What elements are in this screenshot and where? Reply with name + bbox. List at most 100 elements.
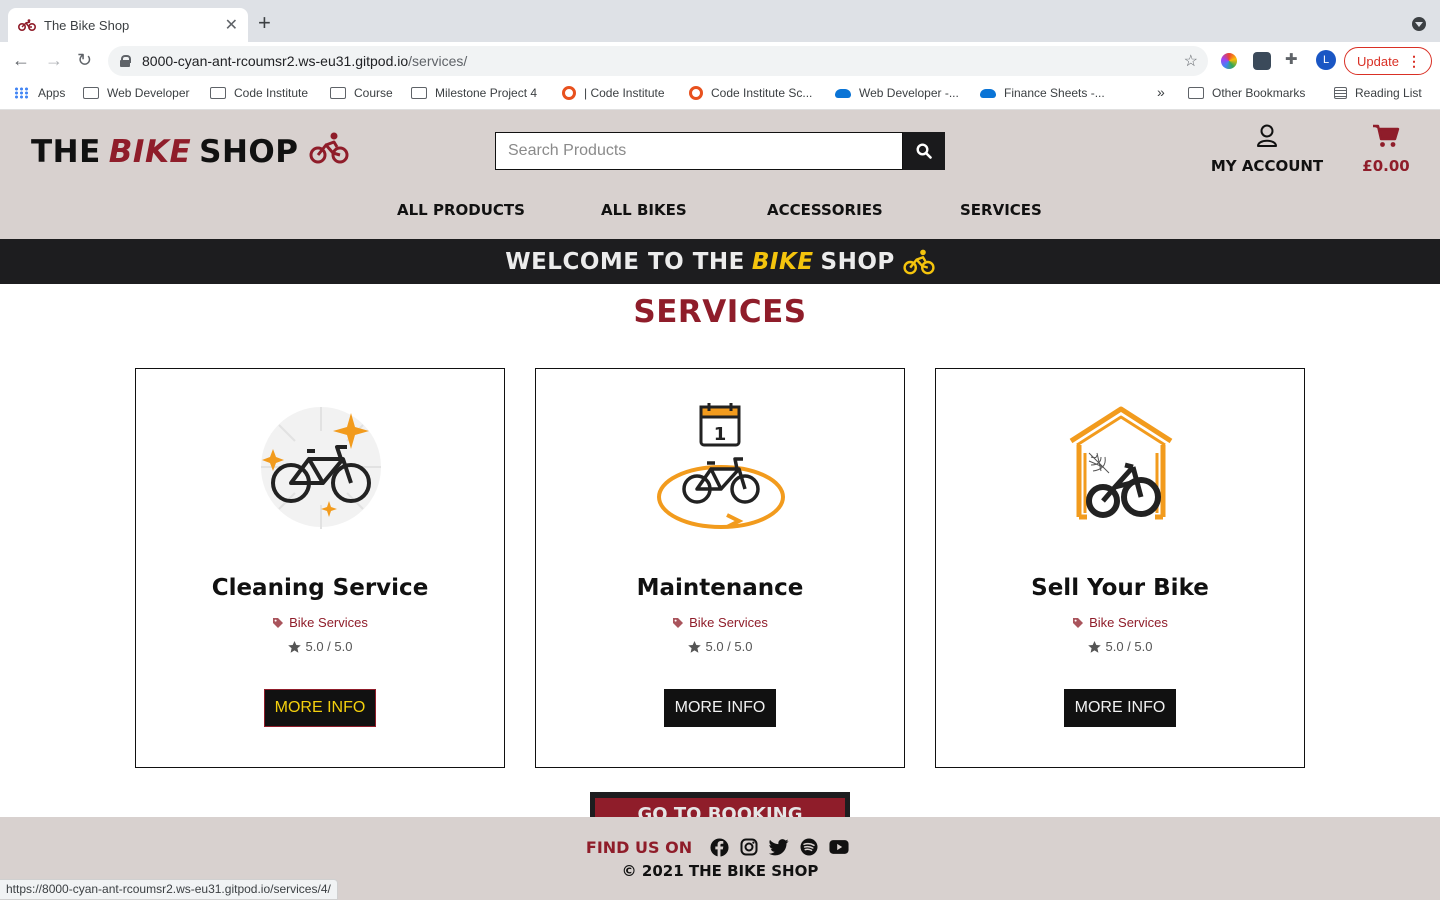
cart-total: £0.00	[1362, 157, 1410, 175]
tag-icon	[273, 617, 284, 628]
folder-icon	[83, 87, 99, 99]
star-icon	[1087, 640, 1101, 653]
service-name: Sell Your Bike	[1031, 575, 1209, 601]
youtube-icon[interactable]	[829, 837, 849, 857]
rating: 5.0 / 5.0	[536, 639, 904, 654]
reading-list-icon	[1334, 87, 1347, 99]
category-link[interactable]: Bike Services	[536, 615, 904, 630]
cart-link[interactable]: £0.00	[1356, 124, 1416, 175]
bookmark-label: Code Institute	[234, 86, 309, 100]
twitter-icon[interactable]	[769, 837, 789, 857]
bike-favicon-icon	[18, 18, 36, 32]
go-to-booking-button[interactable]: GO TO BOOKING	[595, 798, 845, 817]
bookmark-item[interactable]: Web Developer -...	[835, 86, 959, 100]
instagram-icon[interactable]	[739, 837, 759, 857]
bookmark-item[interactable]: Milestone Project 4	[411, 86, 537, 100]
apps-grid-icon	[14, 87, 30, 99]
folder-icon	[210, 87, 226, 99]
bookmark-item[interactable]: Apps	[14, 86, 65, 100]
logo-the: THE	[31, 134, 101, 170]
bookmark-label: Finance Sheets -...	[1004, 86, 1105, 100]
page-title: SERVICES	[633, 294, 807, 330]
folder-icon	[330, 87, 346, 99]
browser-toolbar: ← → ↻ 8000-cyan-ant-rcoumsr2.ws-eu31.git…	[0, 42, 1440, 78]
site-logo[interactable]: THE BIKE SHOP	[31, 132, 349, 172]
cleaning-bike-icon[interactable]	[251, 401, 391, 541]
more-info-button[interactable]: MORE INFO	[664, 689, 776, 727]
category-label: Bike Services	[289, 615, 368, 630]
service-name: Cleaning Service	[211, 575, 429, 601]
search-input[interactable]	[495, 132, 903, 170]
service-card: 1 Maintenance Bike Services 5.0 / 5.0 MO…	[535, 368, 905, 768]
bookmark-item[interactable]: | Code Institute	[562, 86, 665, 100]
color-picker-extension-icon[interactable]	[1221, 53, 1237, 69]
forward-arrow-icon[interactable]: →	[45, 50, 63, 70]
main-nav: ALL PRODUCTS ALL BIKES ACCESSORIES SERVI…	[0, 201, 1440, 223]
reload-icon[interactable]: ↻	[77, 50, 92, 70]
bookmark-label: Other Bookmarks	[1212, 86, 1306, 100]
social-links: FIND US ON	[0, 837, 1440, 857]
tab-title: The Bike Shop	[44, 17, 130, 33]
my-account-link[interactable]: MY ACCOUNT	[1210, 124, 1324, 175]
service-card: Cleaning Service Bike Services 5.0 / 5.0…	[135, 368, 505, 768]
browser-tab[interactable]: The Bike Shop ✕	[8, 8, 248, 42]
logo-bike: BIKE	[108, 134, 192, 170]
extensions-puzzle-icon[interactable]: ✚	[1285, 50, 1303, 68]
nav-accessories[interactable]: ACCESSORIES	[767, 201, 883, 219]
rating-value: 5.0 / 5.0	[1105, 639, 1153, 654]
tab-search-icon[interactable]	[1412, 17, 1426, 31]
update-button[interactable]: Update ⋮	[1344, 47, 1432, 75]
booking-button-wrapper: GO TO BOOKING	[590, 792, 850, 817]
bookmark-star-icon[interactable]: ☆	[1184, 51, 1198, 71]
profile-avatar[interactable]: L	[1316, 50, 1336, 70]
star-icon	[687, 640, 701, 653]
welcome-banner: WELCOME TO THE BIKE SHOP	[0, 239, 1440, 284]
code-institute-icon	[689, 86, 703, 100]
copyright: © 2021 THE BIKE SHOP	[621, 862, 819, 880]
bookmark-item[interactable]: Code Institute Sc...	[689, 86, 812, 100]
nav-all-products[interactable]: ALL PRODUCTS	[397, 201, 525, 219]
reading-list-label: Reading List	[1355, 86, 1422, 100]
screenshot-extension-icon[interactable]	[1253, 52, 1271, 70]
bookmark-item[interactable]: Finance Sheets -...	[980, 86, 1105, 100]
rating: 5.0 / 5.0	[136, 639, 504, 654]
category-label: Bike Services	[1089, 615, 1168, 630]
search-form	[495, 132, 945, 170]
cyclist-icon	[903, 249, 935, 274]
nav-services[interactable]: SERVICES	[960, 201, 1042, 219]
bookmarks-bar: Apps Web Developer Code Institute Course…	[0, 78, 1440, 110]
lock-icon[interactable]	[120, 55, 131, 67]
sell-bike-icon[interactable]	[1051, 401, 1191, 541]
back-arrow-icon[interactable]: ←	[12, 50, 30, 70]
bookmark-item[interactable]: Course	[330, 86, 393, 100]
folder-icon	[1188, 87, 1204, 99]
address-bar[interactable]: 8000-cyan-ant-rcoumsr2.ws-eu31.gitpod.io…	[108, 46, 1208, 76]
logo-shop: SHOP	[199, 134, 299, 170]
category-link[interactable]: Bike Services	[936, 615, 1304, 630]
search-button[interactable]	[903, 132, 945, 170]
bookmark-label: Code Institute Sc...	[711, 86, 813, 100]
star-icon	[287, 640, 301, 653]
category-link[interactable]: Bike Services	[136, 615, 504, 630]
bookmark-label: Web Developer -...	[859, 86, 959, 100]
banner-welcome-text: WELCOME TO THE	[505, 248, 745, 275]
bookmarks-overflow-icon[interactable]: »	[1157, 84, 1165, 100]
facebook-icon[interactable]	[709, 837, 729, 857]
spotify-icon[interactable]	[799, 837, 819, 857]
nav-all-bikes[interactable]: ALL BIKES	[601, 201, 687, 219]
other-bookmarks[interactable]: Other Bookmarks	[1188, 86, 1305, 100]
bookmark-item[interactable]: Code Institute	[210, 86, 308, 100]
bookmark-label: Web Developer	[107, 86, 190, 100]
new-tab-icon[interactable]: +	[258, 12, 271, 34]
tag-icon	[1073, 617, 1084, 628]
site-header: THE BIKE SHOP MY ACCOUNT £0.00 ALL PRODU…	[0, 110, 1440, 239]
bookmark-item[interactable]: Web Developer	[83, 86, 190, 100]
close-tab-icon[interactable]: ✕	[225, 15, 238, 35]
code-institute-icon	[562, 86, 576, 100]
reading-list[interactable]: Reading List	[1334, 86, 1422, 100]
maintenance-bike-icon[interactable]: 1	[651, 401, 791, 541]
category-label: Bike Services	[689, 615, 768, 630]
more-info-button[interactable]: MORE INFO	[1064, 689, 1176, 727]
more-info-button[interactable]: MORE INFO	[264, 689, 376, 727]
svg-text:1: 1	[714, 424, 727, 445]
